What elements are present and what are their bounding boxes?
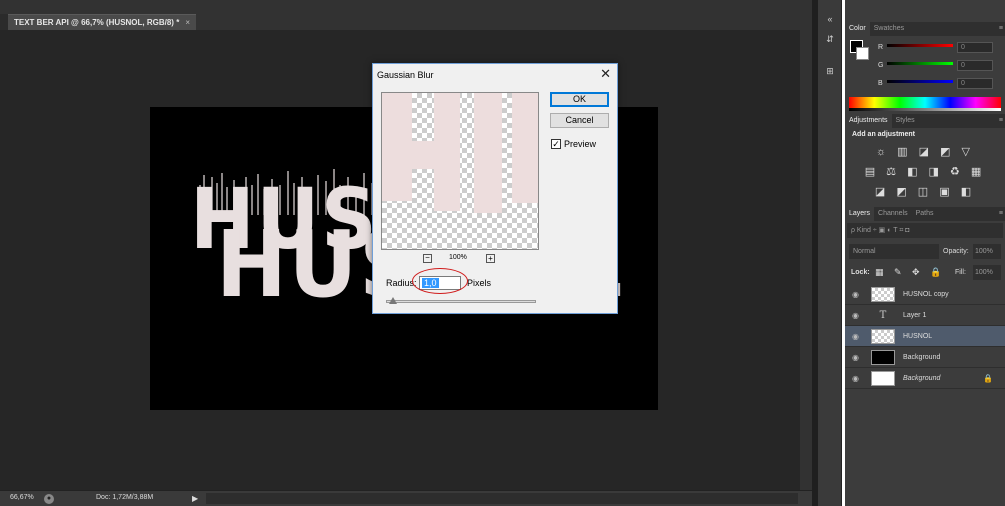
properties-icon[interactable]: ⊞ [823, 64, 837, 78]
tab-swatches[interactable]: Swatches [870, 22, 908, 36]
collapsed-panel-strip: « ⇵ ⊞ [818, 0, 842, 506]
red-value[interactable]: 0 [957, 42, 993, 53]
fill-input[interactable]: 100% [973, 265, 1001, 280]
document-tab-title: TEXT BER API @ 66,7% (HUSNOL, RGB/8) * [14, 18, 180, 27]
green-value[interactable]: 0 [957, 60, 993, 71]
document-tab[interactable]: TEXT BER API @ 66,7% (HUSNOL, RGB/8) * × [8, 14, 196, 30]
red-slider[interactable] [887, 44, 953, 47]
tab-layers[interactable]: Layers [845, 207, 875, 221]
layer-row-husnol-copy[interactable]: ◉ HUSNOL copy [845, 284, 1005, 305]
layer-row-background-black[interactable]: ◉ Background [845, 347, 1005, 368]
adjustment-icons-row-3[interactable]: ◪ ◩ ◫ ▣ ◧ [845, 185, 1005, 198]
pixels-label: Pixels [467, 278, 492, 288]
opacity-label: Opacity: [943, 248, 969, 255]
green-slider[interactable] [887, 62, 953, 65]
visibility-eye-icon[interactable]: ◉ [852, 347, 859, 368]
blue-label: B [878, 80, 883, 87]
layer-name: Layer 1 [903, 312, 927, 319]
green-label: G [878, 62, 884, 69]
adjustments-title: Add an adjustment [852, 131, 916, 138]
tab-paths[interactable]: Paths [912, 207, 938, 221]
blue-slider[interactable] [887, 80, 953, 83]
color-panel-tabs: Color Swatches ≡ [845, 22, 1005, 36]
visibility-eye-icon[interactable]: ◉ [852, 284, 859, 305]
opacity-input[interactable]: 100% [973, 244, 1001, 259]
blue-value[interactable]: 0 [957, 78, 993, 89]
adjustment-icons-row-1[interactable]: ☼ ▥ ◪ ◩ ▽ [845, 145, 1005, 158]
zoom-out-button[interactable]: − [423, 254, 432, 263]
layer-thumbnail [871, 371, 895, 386]
layer-filter-row[interactable]: ρ Kind ÷ ▣ ◐ T ⌗ ◘ [847, 223, 1003, 238]
layer-row-layer-1[interactable]: ◉ T Layer 1 [845, 305, 1005, 326]
adjustment-icons-row-2[interactable]: ▤ ⚖ ◧ ◨ ♻ ▦ [845, 165, 1005, 178]
dialog-title: Gaussian Blur [377, 70, 434, 80]
preview-letter-left [382, 93, 412, 201]
preview-label: Preview [564, 139, 597, 149]
radius-slider-thumb[interactable] [389, 297, 397, 304]
layer-thumbnail [871, 329, 895, 344]
doc-size: Doc: 1,72M/3,88M [96, 494, 154, 501]
layer-name: Background [903, 375, 941, 382]
status-bar: 66,67% ● Doc: 1,72M/3,88M ▶ [0, 490, 812, 506]
preview-letter-mid [412, 141, 434, 169]
red-label: R [878, 44, 884, 51]
blend-mode-select[interactable]: Normal [849, 244, 939, 259]
top-strip [0, 0, 812, 14]
tab-bar [196, 14, 812, 30]
visibility-eye-icon[interactable]: ◉ [852, 326, 859, 347]
panels-dock: Color Swatches ≡ R 0 G 0 B 0 Adjustments S… [845, 0, 1005, 506]
info-icon[interactable]: ● [44, 494, 54, 504]
cancel-button[interactable]: Cancel [550, 113, 609, 128]
gaussian-blur-dialog: Gaussian Blur ✕ − 100% + OK Cancel ✓ Pre… [372, 63, 618, 314]
horizontal-scrollbar[interactable] [206, 493, 798, 504]
panel-menu-icon[interactable]: ≡ [999, 114, 1003, 128]
close-icon[interactable]: ✕ [600, 66, 611, 82]
tab-styles[interactable]: Styles [892, 114, 919, 128]
tab-channels[interactable]: Channels [874, 207, 912, 221]
panel-menu-icon[interactable]: ≡ [999, 207, 1003, 221]
preview-letter-right [512, 93, 538, 203]
zoom-in-button[interactable]: + [486, 254, 495, 263]
adjustments-panel-tabs: Adjustments Styles ≡ [845, 114, 1005, 128]
panel-menu-icon[interactable]: ≡ [999, 22, 1003, 36]
layer-thumbnail [871, 350, 895, 365]
lock-row: Lock: ▦ ✎ ✥ 🔒 Fill: 100% [847, 265, 1003, 280]
lock-icon: 🔒 [983, 374, 993, 383]
preview-window[interactable] [381, 92, 539, 250]
fill-label: Fill: [955, 269, 966, 276]
type-layer-icon: T [879, 310, 887, 321]
preview-zoom-percent: 100% [449, 254, 467, 261]
layer-thumbnail [871, 287, 895, 302]
lock-label: Lock: [851, 269, 870, 276]
preview-letter-mid-left [434, 93, 460, 211]
visibility-eye-icon[interactable]: ◉ [852, 368, 859, 389]
layer-row-background-locked[interactable]: ◉ Background 🔒 [845, 368, 1005, 389]
preview-checkbox[interactable]: ✓ [551, 139, 561, 149]
grayscale-ramp[interactable] [849, 108, 1001, 111]
history-icon[interactable]: ⇵ [823, 32, 837, 46]
tab-color[interactable]: Color [845, 22, 870, 36]
color-spectrum[interactable] [849, 97, 1001, 108]
layers-list: ◉ HUSNOL copy ◉ T Layer 1 ◉ HUSNOL ◉ Bac… [845, 284, 1005, 389]
annotation-circle [412, 268, 468, 294]
background-color-swatch[interactable] [856, 47, 869, 60]
layer-name: Background [903, 354, 941, 361]
layer-row-husnol[interactable]: ◉ HUSNOL [845, 326, 1005, 347]
visibility-eye-icon[interactable]: ◉ [852, 305, 859, 326]
zoom-level[interactable]: 66,67% [10, 494, 34, 501]
blend-row: Normal Opacity: 100% [847, 244, 1003, 259]
radius-slider-track[interactable] [386, 300, 536, 303]
layers-panel-tabs: Layers Channels Paths ≡ [845, 207, 1005, 221]
layer-name: HUSNOL [903, 333, 933, 340]
ok-button[interactable]: OK [550, 92, 609, 107]
lock-options-icons[interactable]: ▦ ✎ ✥ 🔒 [875, 265, 945, 280]
preview-letter-mid-right [474, 93, 502, 213]
vertical-scrollbar[interactable] [800, 30, 812, 490]
tab-adjustments[interactable]: Adjustments [845, 114, 892, 128]
status-menu-arrow-icon[interactable]: ▶ [192, 494, 198, 503]
collapse-icon[interactable]: « [823, 12, 837, 26]
layer-name: HUSNOL copy [903, 291, 949, 298]
close-tab-icon[interactable]: × [185, 18, 190, 27]
